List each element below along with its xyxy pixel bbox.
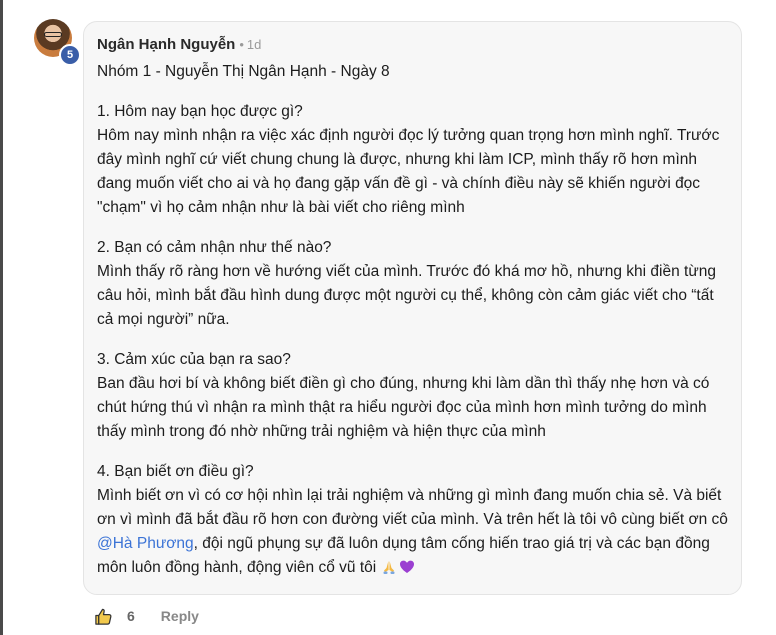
window-edge [0,0,3,635]
folded-hands-emoji [383,561,395,574]
avatar-glasses [44,32,62,37]
section-answer: Ban đầu hơi bí và không biết điền gì cho… [97,375,710,440]
separator-dot: • [239,36,244,52]
avatar-container[interactable]: 5 [34,19,81,66]
reply-button[interactable]: Reply [161,608,199,624]
section-4: 4. Bạn biết ơn điều gì? Mình biết ơn vì … [97,460,729,580]
comment-header: Ngân Hạnh Nguyễn • 1d [97,34,261,54]
purple-heart-emoji [399,560,414,573]
like-button[interactable] [93,606,113,626]
author-name[interactable]: Ngân Hạnh Nguyễn [97,36,235,53]
comment-title: Nhóm 1 - Nguyễn Thị Ngân Hạnh - Ngày 8 [97,63,390,80]
mention-link[interactable]: @Hà Phương [97,535,194,552]
section-question: 1. Hôm nay bạn học được gì? [97,103,303,120]
answer-text-before-mention: Mình biết ơn vì có cơ hội nhìn lại trải … [97,487,728,528]
thumbs-up-icon [94,608,111,625]
like-count: 6 [127,608,135,624]
section-question: 3. Cảm xúc của bạn ra sao? [97,351,291,368]
timestamp[interactable]: 1d [247,37,261,52]
section-question: 2. Bạn có cảm nhận như thế nào? [97,239,332,256]
comment-actions: 6 Reply [93,604,199,628]
comment-body: Nhóm 1 - Nguyễn Thị Ngân Hạnh - Ngày 8 1… [97,60,729,580]
section-3: 3. Cảm xúc của bạn ra sao? Ban đầu hơi b… [97,348,729,444]
section-question: 4. Bạn biết ơn điều gì? [97,463,254,480]
section-answer: Mình thấy rõ ràng hơn về hướng viết của … [97,263,716,328]
section-answer: Mình biết ơn vì có cơ hội nhìn lại trải … [97,484,729,580]
section-1: 1. Hôm nay bạn học được gì? Hôm nay mình… [97,100,729,220]
section-answer: Hôm nay mình nhận ra việc xác định người… [97,127,720,216]
section-2: 2. Bạn có cảm nhận như thế nào? Mình thấ… [97,236,729,332]
level-badge: 5 [59,44,81,66]
